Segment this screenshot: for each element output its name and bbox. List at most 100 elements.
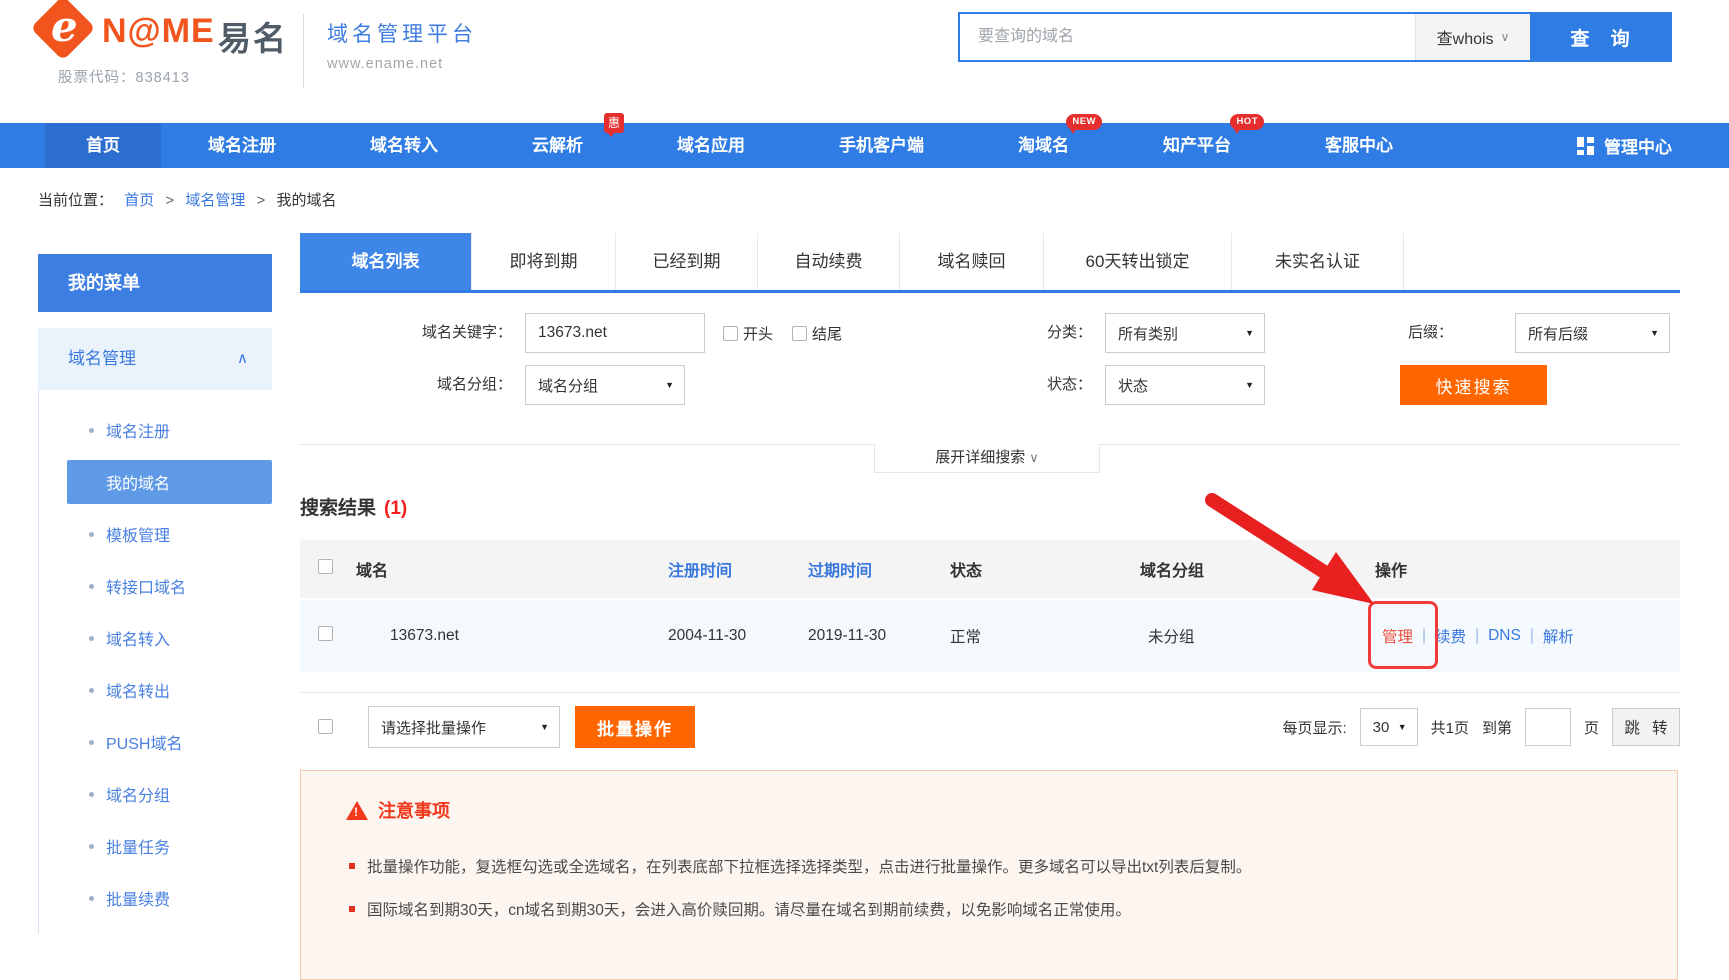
table-bottom-border <box>300 672 1680 693</box>
notice-item-text: 批量操作功能，复选框勾选或全选域名，在列表底部下拉框选择选择类型，点击进行批量操… <box>367 855 1251 877</box>
suffix-label: 后缀： <box>1407 313 1453 353</box>
bullet-icon <box>89 740 94 745</box>
bullet-icon <box>89 896 94 901</box>
nav-item-domain-market[interactable]: 淘域名 NEW <box>971 123 1116 168</box>
sidebar-item-domain-groups[interactable]: 域名分组 <box>39 768 272 820</box>
quick-search-button[interactable]: 快速搜索 <box>1400 365 1547 405</box>
domain-link[interactable]: 13673.net <box>356 627 668 645</box>
sidebar-item-template-management[interactable]: 模板管理 <box>39 508 272 560</box>
nav-item-label: 淘域名 <box>1018 136 1069 155</box>
nav-item-management-center[interactable]: 管理中心 <box>1577 123 1672 168</box>
keyword-input[interactable] <box>525 313 705 353</box>
chevron-down-icon: ∨ <box>1501 30 1510 44</box>
jump-button[interactable]: 跳 转 <box>1612 708 1680 746</box>
batch-operation-value: 请选择批量操作 <box>381 717 486 738</box>
resolve-link[interactable]: 解析 <box>1543 625 1574 647</box>
new-badge: NEW <box>1066 114 1102 130</box>
group-link[interactable]: 未分组 <box>1140 625 1375 647</box>
bullet-icon <box>89 584 94 589</box>
pagination-bar: 请选择批量操作 ▼ 批量操作 每页显示: 30 ▼ 共1页 到第 页 跳 转 <box>300 705 1680 749</box>
tab-auto-renew[interactable]: 自动续费 <box>758 233 900 290</box>
select-all-checkbox[interactable] <box>318 559 333 574</box>
group-select[interactable]: 域名分组 ▼ <box>525 365 685 405</box>
sidebar-group-domain-management[interactable]: 域名管理 ∧ <box>38 328 272 390</box>
sidebar-item-batch-tasks[interactable]: 批量任务 <box>39 820 272 872</box>
tab-not-verified[interactable]: 未实名认证 <box>1232 233 1404 290</box>
sidebar-item-push-domains[interactable]: PUSH域名 <box>39 716 272 768</box>
batch-operation-button[interactable]: 批量操作 <box>575 706 695 748</box>
sidebar-item-my-domains[interactable]: 我的域名 <box>67 460 272 504</box>
expand-label: 展开详细搜索 <box>935 449 1025 466</box>
dropdown-caret-icon: ▼ <box>1245 380 1254 390</box>
ends-with-checkbox[interactable] <box>792 326 807 341</box>
results-title-text: 搜索结果 <box>300 498 376 519</box>
goto-prefix-label: 到第 <box>1482 717 1512 738</box>
per-page-value: 30 <box>1373 719 1390 736</box>
nav-item-domain-apps[interactable]: 域名应用 <box>630 123 792 168</box>
nav-item-ip-platform[interactable]: 知产平台 HOT <box>1116 123 1278 168</box>
keyword-label: 域名关键字： <box>390 313 512 353</box>
bullet-icon <box>349 906 355 912</box>
header-expire-date-sort[interactable]: 过期时间 <box>808 557 950 581</box>
sidebar-item-api-domains[interactable]: 转接口域名 <box>39 560 272 612</box>
sidebar-item-domain-register[interactable]: 域名注册 <box>39 404 272 456</box>
goto-page-input[interactable] <box>1525 708 1571 746</box>
management-center-label: 管理中心 <box>1604 133 1672 158</box>
nav-item-domain-register[interactable]: 域名注册 <box>161 123 323 168</box>
nav-item-label: 云解析 <box>532 136 583 155</box>
tab-60day-lock[interactable]: 60天转出锁定 <box>1044 233 1232 290</box>
navbar-items: 首页 域名注册 域名转入 云解析 惠 域名应用 手机客户端 淘域名 NEW 知产… <box>45 123 1440 168</box>
row-checkbox[interactable] <box>318 626 333 641</box>
breadcrumb-separator: > <box>165 192 174 209</box>
tab-expired[interactable]: 已经到期 <box>616 233 758 290</box>
header-operations: 操作 <box>1375 557 1680 581</box>
sidebar-item-label: PUSH域名 <box>106 730 182 754</box>
nav-item-home[interactable]: 首页 <box>45 123 161 168</box>
sidebar-item-transfer-in[interactable]: 域名转入 <box>39 612 272 664</box>
group-label: 域名分组： <box>390 365 512 405</box>
suffix-value: 所有后缀 <box>1528 323 1588 344</box>
breadcrumb-home-link[interactable]: 首页 <box>124 192 154 209</box>
breadcrumb-prefix: 当前位置： <box>38 192 113 209</box>
batch-select-all-checkbox[interactable] <box>318 719 333 734</box>
operations-cell: 管理 | 续费 | DNS | 解析 <box>1375 625 1680 647</box>
breadcrumb-section-link[interactable]: 域名管理 <box>185 192 245 209</box>
brand-name-cn: 易名 <box>218 12 288 60</box>
nav-item-domain-transfer-in[interactable]: 域名转入 <box>323 123 485 168</box>
ops-separator: | <box>1422 627 1426 645</box>
notice-item-text: 国际域名到期30天，cn域名到期30天，会进入高价赎回期。请尽量在域名到期前续费… <box>367 898 1131 920</box>
expand-detailed-search[interactable]: 展开详细搜索∨ <box>874 444 1100 473</box>
dns-link[interactable]: DNS <box>1488 627 1521 645</box>
starts-with-label: 开头 <box>743 323 773 344</box>
header-register-date-sort[interactable]: 注册时间 <box>668 557 808 581</box>
tab-redemption[interactable]: 域名赎回 <box>900 233 1044 290</box>
batch-operation-select[interactable]: 请选择批量操作 ▼ <box>368 706 560 748</box>
renew-link[interactable]: 续费 <box>1435 625 1466 647</box>
starts-with-checkbox[interactable] <box>723 326 738 341</box>
header-status: 状态 <box>950 557 1140 581</box>
category-select[interactable]: 所有类别 ▼ <box>1105 313 1265 353</box>
nav-item-support-center[interactable]: 客服中心 <box>1278 123 1440 168</box>
nav-item-cloud-dns[interactable]: 云解析 惠 <box>485 123 630 168</box>
header-divider <box>303 14 304 88</box>
suffix-select[interactable]: 所有后缀 ▼ <box>1515 313 1670 353</box>
dropdown-caret-icon: ▼ <box>665 380 674 390</box>
sidebar-item-batch-renew[interactable]: 批量续费 <box>39 872 272 924</box>
bullet-icon <box>89 792 94 797</box>
nav-item-mobile-client[interactable]: 手机客户端 <box>792 123 971 168</box>
status-select[interactable]: 状态 ▼ <box>1105 365 1265 405</box>
page-header: e N@ME 易名 股票代码：838413 域名管理平台 www.ename.n… <box>0 0 1729 123</box>
table-row: 13673.net 2004-11-30 2019-11-30 正常 未分组 管… <box>300 598 1680 672</box>
sidebar-item-label: 域名转出 <box>106 678 170 702</box>
per-page-select[interactable]: 30 ▼ <box>1360 708 1418 746</box>
tab-expiring-soon[interactable]: 即将到期 <box>472 233 616 290</box>
tab-domain-list[interactable]: 域名列表 <box>300 233 472 290</box>
manage-link[interactable]: 管理 <box>1382 625 1413 647</box>
whois-type-dropdown[interactable]: 查whois ∨ <box>1415 14 1530 60</box>
sidebar-item-transfer-out[interactable]: 域名转出 <box>39 664 272 716</box>
sidebar-menu-list: 域名注册 我的域名 模板管理 转接口域名 域名转入 域名转出 PUSH域名 域名… <box>38 390 272 934</box>
whois-search-input[interactable] <box>960 14 1415 60</box>
stock-code: 股票代码：838413 <box>58 66 190 87</box>
whois-search-button[interactable]: 查 询 <box>1530 14 1670 60</box>
main-navbar: 首页 域名注册 域名转入 云解析 惠 域名应用 手机客户端 淘域名 NEW 知产… <box>0 123 1729 168</box>
